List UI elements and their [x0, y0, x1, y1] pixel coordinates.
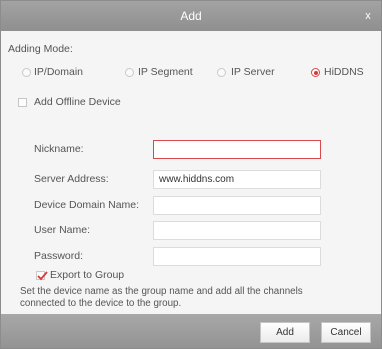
export-group-description-line1: Set the device name as the group name an…	[20, 286, 303, 297]
radio-ip-segment[interactable]	[125, 68, 134, 77]
dialog-body: Adding Mode: IP/Domain IP Segment IP Ser…	[1, 31, 381, 314]
cancel-button[interactable]: Cancel	[321, 322, 371, 343]
title-bar: Add x	[1, 1, 381, 31]
radio-hiddns-label[interactable]: HiDDNS	[324, 66, 364, 78]
nickname-label: Nickname:	[34, 143, 84, 155]
user-name-input[interactable]	[153, 221, 321, 240]
check-icon	[37, 271, 48, 281]
radio-ip-domain-label[interactable]: IP/Domain	[34, 66, 83, 78]
close-icon[interactable]: x	[361, 1, 375, 31]
adding-mode-label: Adding Mode:	[8, 43, 73, 55]
radio-ip-segment-label[interactable]: IP Segment	[138, 66, 193, 78]
add-device-dialog: Add x Adding Mode: IP/Domain IP Segment …	[0, 0, 382, 349]
dialog-title: Add	[180, 9, 202, 23]
user-name-label: User Name:	[34, 224, 91, 236]
server-address-input[interactable]	[153, 170, 321, 189]
password-label: Password:	[34, 250, 84, 262]
offline-device-checkbox[interactable]	[18, 98, 27, 107]
nickname-input[interactable]	[153, 140, 321, 159]
domain-name-label: Device Domain Name:	[34, 199, 140, 211]
server-address-label: Server Address:	[34, 173, 109, 185]
radio-ip-server[interactable]	[217, 68, 226, 77]
export-group-label[interactable]: Export to Group	[50, 269, 124, 281]
add-button[interactable]: Add	[260, 322, 310, 343]
radio-ip-server-label[interactable]: IP Server	[231, 66, 275, 78]
domain-name-input[interactable]	[153, 196, 321, 215]
export-group-checkbox[interactable]	[36, 271, 48, 281]
offline-device-label[interactable]: Add Offline Device	[34, 96, 121, 108]
password-input[interactable]	[153, 247, 321, 266]
export-group-description-line2: connected to the device to the group.	[20, 298, 182, 309]
dialog-footer: Add Cancel	[1, 314, 381, 348]
radio-hiddns[interactable]	[311, 68, 320, 77]
radio-ip-domain[interactable]	[22, 68, 31, 77]
